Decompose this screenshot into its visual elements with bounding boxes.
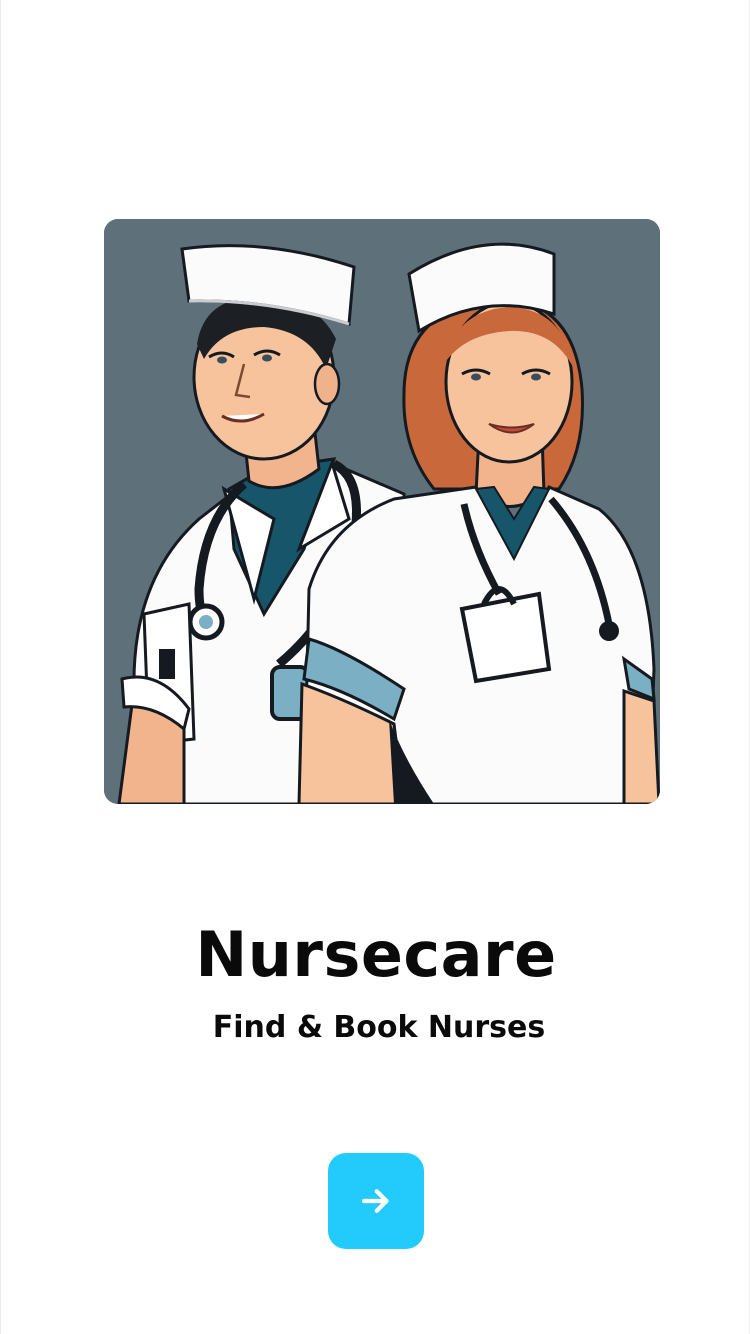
nurses-illustration [104,219,660,804]
next-button[interactable] [328,1153,424,1249]
app-tagline: Find & Book Nurses [212,1010,546,1045]
arrow-right-icon [358,1183,394,1219]
onboarding-screen: Nursecare Find & Book Nurses [0,0,750,1334]
app-title: Nursecare [195,918,557,991]
